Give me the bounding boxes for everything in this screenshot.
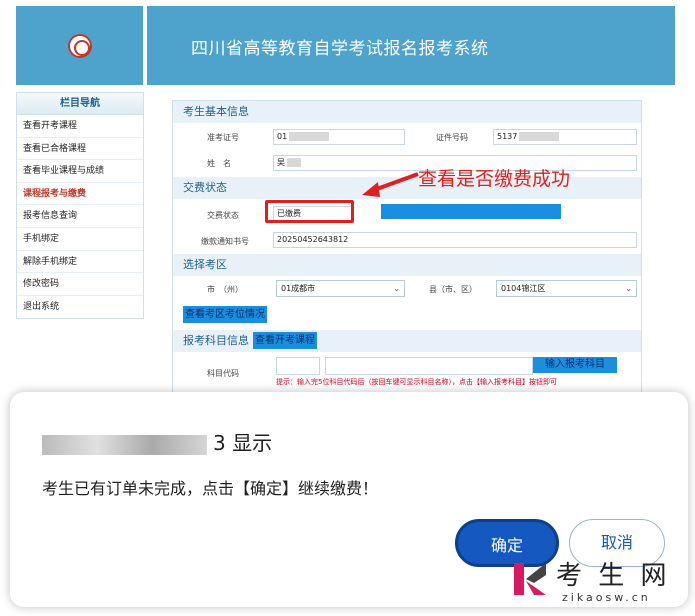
sidebar-item-change-password[interactable]: 修改密码 <box>17 273 143 296</box>
sidebar-nav: 栏目导航 查看开考课程 查看已合格课程 查看毕业课程与成绩 课程报考与缴费 报考… <box>16 92 144 320</box>
header-logo-panel <box>16 6 143 85</box>
city-select[interactable]: 01成都市 ⌄ <box>276 280 405 297</box>
id-number-value: 5137 <box>497 132 518 141</box>
payment-notice-field: 20250452643812 <box>273 232 637 248</box>
sidebar-item-graduation-courses[interactable]: 查看毕业课程与成绩 <box>17 160 143 183</box>
university-seal-icon <box>68 34 92 58</box>
sidebar-item-bind-phone[interactable]: 手机绑定 <box>17 228 143 251</box>
dialog-title: 3 显示 <box>42 427 272 456</box>
subject-code-input[interactable] <box>276 357 320 375</box>
dialog-title-suffix: 3 显示 <box>213 431 273 455</box>
watermark-url: zikaosw.cn <box>562 591 651 604</box>
redacted-ip-mask <box>42 434 207 455</box>
system-title: 四川省高等教育自学考试报名报考系统 <box>191 39 489 59</box>
dialog-message: 考生已有订单未完成，点击【确定】继续缴费！ <box>42 479 379 498</box>
sidebar-item-registration-query[interactable]: 报考信息查询 <box>17 205 143 228</box>
chevron-down-icon: ⌄ <box>625 284 632 293</box>
admission-number-label: 准考证号 <box>207 133 239 142</box>
fee-status-highlight-box <box>265 200 354 223</box>
city-label: 市 （州） <box>207 285 243 294</box>
registration-form: 考生基本信息 准考证号 01 证件号码 5137 姓 名 吴 交费状态 交费状态… <box>172 100 642 400</box>
fee-status-hidden-bar <box>381 204 561 219</box>
sidebar-item-logout[interactable]: 退出系统 <box>17 296 143 319</box>
city-select-value: 01成都市 <box>281 284 316 293</box>
watermark-text: 考 生 网 <box>556 561 671 591</box>
county-label: 县（市、区） <box>429 285 477 294</box>
red-arrow-icon <box>362 172 419 197</box>
redaction-mask <box>519 132 560 141</box>
name-label: 姓 名 <box>207 159 231 168</box>
annotation-text: 查看是否缴费成功 <box>418 168 571 190</box>
chevron-down-icon: ⌄ <box>393 284 400 293</box>
id-number-field: 5137 <box>493 129 637 145</box>
header-title-panel: 四川省高等教育自学考试报名报考系统 <box>147 6 675 85</box>
subject-code-label: 科目代码 <box>207 369 239 378</box>
sidebar-heading: 栏目导航 <box>17 93 143 115</box>
sidebar-item-open-courses[interactable]: 查看开考课程 <box>17 115 143 138</box>
county-select-value: 0104锦江区 <box>501 284 546 293</box>
admission-number-field: 01 <box>273 129 405 145</box>
subject-name-field <box>325 357 533 375</box>
sidebar-item-passed-courses[interactable]: 查看已合格课程 <box>17 138 143 161</box>
name-value: 吴 <box>277 158 285 167</box>
section-exam-area: 选择考区 <box>173 254 641 276</box>
sidebar-item-registration-payment[interactable]: 课程报考与缴费 <box>17 183 143 206</box>
county-select[interactable]: 0104锦江区 ⌄ <box>496 280 637 297</box>
view-open-courses-link[interactable]: 查看开考课程 <box>253 332 317 349</box>
payment-notice-label: 缴款通知书号 <box>201 237 249 246</box>
admission-number-value: 01 <box>277 132 288 141</box>
redaction-mask <box>289 132 330 141</box>
subject-hint-text: 提示：输入完5位科目代码后（按回车键可显示科目名称），点击【输入报考科目】按钮即… <box>276 378 557 386</box>
subject-section-title: 报考科目信息 <box>183 334 249 347</box>
redaction-mask <box>287 158 301 167</box>
fee-status-label: 交费状态 <box>207 211 239 220</box>
site-watermark: 考 生 网 zikaosw.cn <box>510 555 690 611</box>
section-subject-info: 报考科目信息 <box>173 330 641 352</box>
section-basic-info: 考生基本信息 <box>173 101 641 123</box>
brand-logo-icon <box>514 563 546 595</box>
view-exam-site-link[interactable]: 查看考区考位情况 <box>183 306 267 323</box>
enter-subject-button[interactable]: 输入报考科目 <box>533 357 617 373</box>
sidebar-item-unbind-phone[interactable]: 解除手机绑定 <box>17 251 143 274</box>
page: 四川省高等教育自学考试报名报考系统 栏目导航 查看开考课程 查看已合格课程 查看… <box>0 0 695 616</box>
id-number-label: 证件号码 <box>436 133 468 142</box>
